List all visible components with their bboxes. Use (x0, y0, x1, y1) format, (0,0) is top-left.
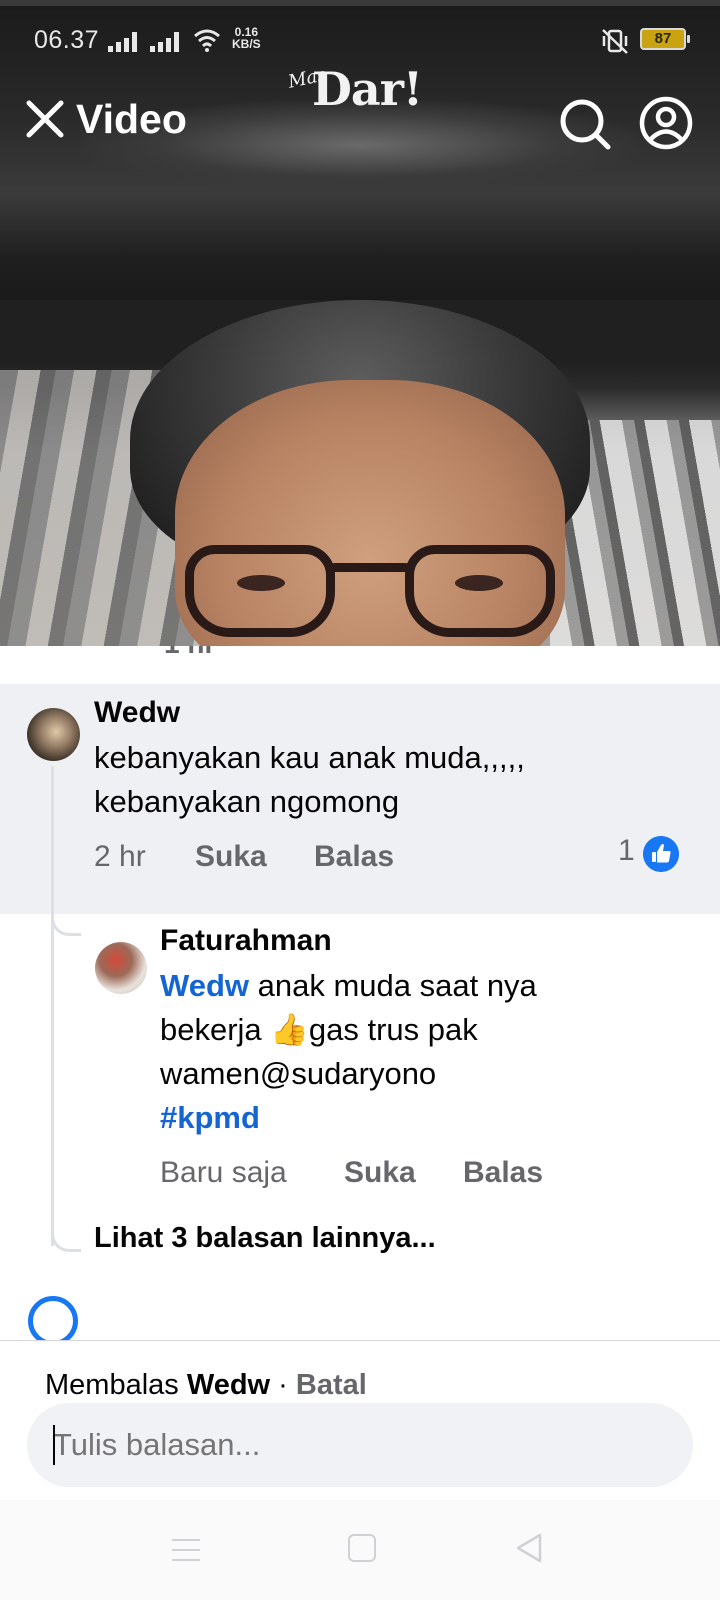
mention-link[interactable]: Wedw (160, 968, 249, 1003)
comment-time: Baru saja (160, 1156, 287, 1189)
signal-icon-2 (150, 30, 186, 52)
reply-input[interactable] (27, 1403, 693, 1487)
search-icon[interactable] (558, 97, 612, 151)
like-button[interactable]: Suka (344, 1156, 416, 1190)
vibrate-mute-icon (602, 29, 628, 54)
replying-to-name: Wedw (186, 1369, 271, 1401)
comment-text-line: kebanyakan ngomong (94, 784, 400, 819)
view-more-replies-link[interactable]: Lihat 3 balasan lainnya... (94, 1222, 436, 1255)
back-icon[interactable] (514, 1532, 544, 1564)
reply-button[interactable]: Balas (463, 1156, 543, 1190)
home-icon[interactable] (348, 1534, 376, 1562)
previous-comment-actions: 1 hr (0, 646, 720, 672)
thread-connector (51, 908, 81, 936)
battery-indicator: 87 (640, 28, 690, 50)
replying-separator: · (278, 1369, 288, 1401)
close-icon[interactable] (26, 100, 64, 138)
hashtag-link[interactable]: #kpmd (160, 1096, 260, 1140)
replying-prefix: Membalas (45, 1369, 179, 1401)
thread-line (51, 766, 54, 1246)
glasses-bridge (330, 563, 410, 572)
comment-text-fragment: anak muda saat nya (249, 968, 537, 1003)
avatar[interactable] (95, 942, 147, 994)
video-player[interactable]: 06.37 0.16 KB/S 87 Video Mas Dar! (0, 0, 720, 646)
thread-connector (51, 1226, 81, 1252)
cancel-reply-button[interactable]: Batal (296, 1369, 367, 1401)
reply-bar: Membalas Wedw · Batal (0, 1340, 720, 1500)
like-button[interactable]: Suka (195, 840, 267, 874)
thumbs-up-icon[interactable] (643, 836, 679, 872)
comment-author[interactable]: Wedw (94, 696, 180, 730)
reaction-count: 1 (618, 834, 635, 867)
comment-time: 2 hr (94, 840, 146, 873)
comment-author[interactable]: Faturahman (160, 924, 332, 958)
glasses-lens-right (405, 545, 555, 637)
status-bar: 06.37 0.16 KB/S 87 (0, 22, 720, 58)
recents-icon[interactable] (172, 1537, 202, 1563)
profile-icon[interactable] (638, 95, 694, 151)
avatar[interactable] (28, 1296, 78, 1340)
comment-text-line: Wedw anak muda saat nya (160, 964, 537, 1008)
avatar[interactable] (27, 708, 80, 761)
eye-left (237, 575, 285, 591)
text-caret (53, 1425, 55, 1465)
reply-button[interactable]: Balas (314, 840, 394, 874)
channel-logo: Mas Dar! (286, 62, 438, 122)
top-strip (0, 0, 720, 6)
glasses-lens-left (185, 545, 335, 637)
comments-list[interactable]: 1 hr Wedw kebanyakan kau anak muda,,,,, … (0, 646, 720, 1340)
comment-text-line: kebanyakan kau anak muda,,,,, (94, 740, 525, 775)
eye-right (455, 575, 503, 591)
network-speed-unit: KB/S (232, 37, 261, 51)
system-nav-bar (0, 1500, 720, 1600)
video-title: Video (76, 96, 187, 142)
wifi-icon (194, 29, 220, 52)
comment-text-line: bekerja 👍gas trus pak (160, 1012, 478, 1047)
signal-icon-1 (108, 30, 144, 52)
logo-big-text: Dar! (312, 62, 423, 116)
network-speed: 0.16 KB/S (232, 26, 261, 50)
replying-to-label: Membalas Wedw · Batal (45, 1369, 367, 1402)
previous-comment-time: 1 hr (164, 646, 215, 660)
status-time: 06.37 (34, 26, 100, 54)
comment-text-line: wamen@sudaryono (160, 1056, 437, 1091)
video-frame-glasses (185, 545, 555, 640)
